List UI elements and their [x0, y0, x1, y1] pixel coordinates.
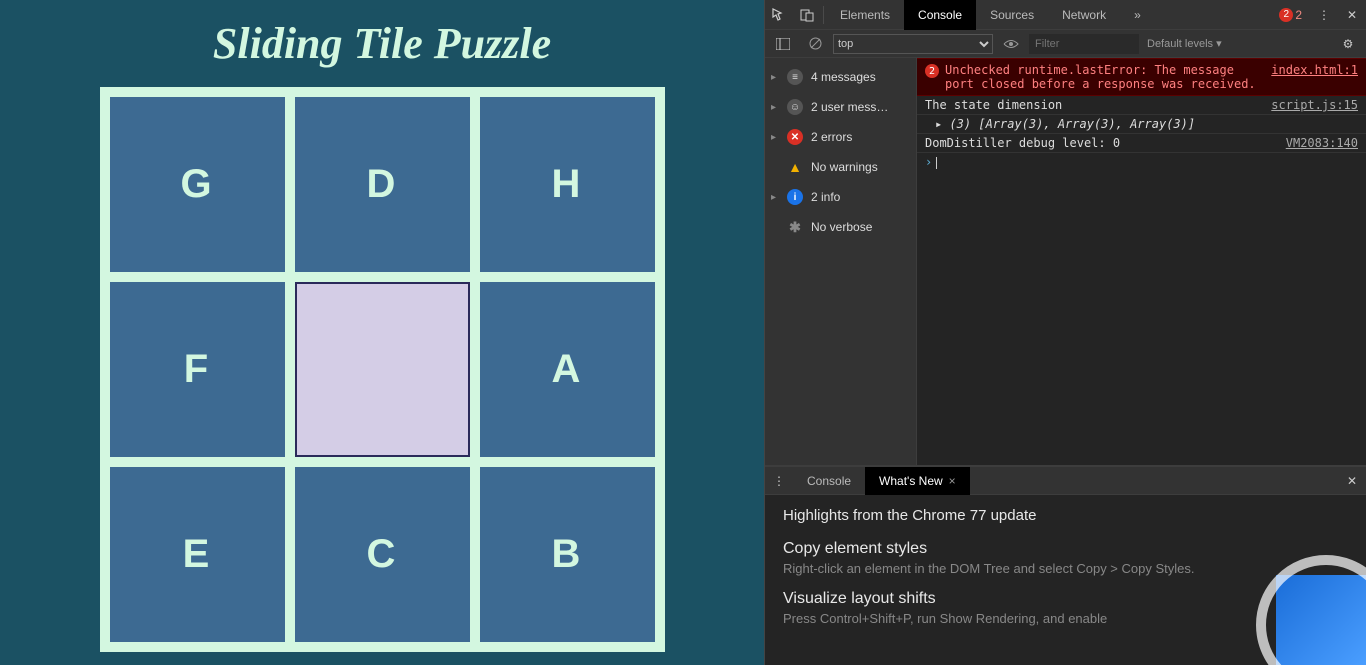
tile-empty — [295, 282, 470, 457]
devtools-drawer: ⋮ Console What's New× ✕ Highlights from … — [765, 465, 1366, 665]
drawer-tab-console[interactable]: Console — [793, 467, 865, 495]
log-error-row[interactable]: 2 Unchecked runtime.lastError: The messa… — [917, 58, 1366, 96]
error-count-text[interactable]: 2 — [1295, 8, 1302, 22]
tab-elements[interactable]: Elements — [826, 0, 904, 30]
filter-input[interactable] — [1029, 34, 1139, 54]
console-sidebar: ▸≡4 messages ▸☺2 user mess… ▸✕2 errors ▲… — [765, 58, 917, 465]
devtools-tabbar: Elements Console Sources Network » 2 2 ⋮… — [765, 0, 1366, 30]
whatsnew-heading: Highlights from the Chrome 77 update — [783, 507, 1348, 524]
console-body: ▸≡4 messages ▸☺2 user mess… ▸✕2 errors ▲… — [765, 58, 1366, 465]
sidebar-toggle-icon[interactable] — [769, 30, 797, 58]
log-row[interactable]: The state dimension script.js:15 — [917, 96, 1366, 115]
tile[interactable]: G — [110, 97, 285, 272]
tab-sources[interactable]: Sources — [976, 0, 1048, 30]
drawer-tabbar: ⋮ Console What's New× ✕ — [765, 467, 1366, 495]
sidebar-info[interactable]: ▸i2 info — [765, 182, 916, 212]
tab-network[interactable]: Network — [1048, 0, 1120, 30]
drawer-menu-icon[interactable]: ⋮ — [765, 474, 793, 488]
drawer-tab-whatsnew[interactable]: What's New× — [865, 467, 970, 495]
puzzle-app: Sliding Tile Puzzle G D H F A E C B — [0, 0, 764, 665]
drawer-close-icon[interactable]: ✕ — [1338, 474, 1366, 488]
puzzle-board: G D H F A E C B — [100, 87, 665, 652]
page-title: Sliding Tile Puzzle — [213, 18, 551, 69]
console-log: 2 Unchecked runtime.lastError: The messa… — [917, 58, 1366, 465]
kebab-menu-icon[interactable]: ⋮ — [1310, 1, 1338, 29]
console-prompt[interactable]: › — [917, 153, 1366, 171]
tile[interactable]: F — [110, 282, 285, 457]
log-row[interactable]: ▸ (3) [Array(3), Array(3), Array(3)] — [917, 115, 1366, 134]
error-badge-icon: 2 — [925, 64, 939, 78]
log-message: ▸ (3) [Array(3), Array(3), Array(3)] — [935, 117, 1358, 131]
inspect-icon[interactable] — [765, 1, 793, 29]
devtools-panel: Elements Console Sources Network » 2 2 ⋮… — [764, 0, 1366, 665]
close-icon[interactable]: ✕ — [1338, 1, 1366, 29]
sidebar-verbose[interactable]: ✱No verbose — [765, 212, 916, 242]
tab-overflow[interactable]: » — [1120, 0, 1155, 30]
tile[interactable]: C — [295, 467, 470, 642]
sidebar-messages[interactable]: ▸≡4 messages — [765, 62, 916, 92]
eye-icon[interactable] — [997, 30, 1025, 58]
tab-console[interactable]: Console — [904, 0, 976, 30]
close-tab-icon[interactable]: × — [949, 474, 956, 488]
whatsnew-item-title: Copy element styles — [783, 540, 1348, 558]
sidebar-warnings[interactable]: ▲No warnings — [765, 152, 916, 182]
log-message: DomDistiller debug level: 0 — [925, 136, 1278, 150]
log-source-link[interactable]: index.html:1 — [1271, 63, 1358, 91]
console-toolbar: top Default levels ▾ ⚙ — [765, 30, 1366, 58]
separator — [823, 6, 824, 24]
log-row[interactable]: DomDistiller debug level: 0 VM2083:140 — [917, 134, 1366, 153]
tile[interactable]: B — [480, 467, 655, 642]
log-source-link[interactable]: script.js:15 — [1271, 98, 1358, 112]
tile[interactable]: D — [295, 97, 470, 272]
clear-console-icon[interactable] — [801, 30, 829, 58]
log-levels-select[interactable]: Default levels ▾ — [1147, 37, 1222, 50]
log-message: The state dimension — [925, 98, 1263, 112]
context-select[interactable]: top — [833, 34, 993, 54]
log-source-link[interactable]: VM2083:140 — [1286, 136, 1358, 150]
tile[interactable]: E — [110, 467, 285, 642]
tile[interactable]: H — [480, 97, 655, 272]
drawer-content: Highlights from the Chrome 77 update Cop… — [765, 495, 1366, 665]
settings-gear-icon[interactable]: ⚙ — [1334, 30, 1362, 58]
sidebar-user-messages[interactable]: ▸☺2 user mess… — [765, 92, 916, 122]
log-message: Unchecked runtime.lastError: The message… — [945, 63, 1263, 91]
promo-image — [1276, 575, 1366, 665]
error-count-badge[interactable]: 2 — [1279, 8, 1293, 22]
device-icon[interactable] — [793, 1, 821, 29]
sidebar-errors[interactable]: ▸✕2 errors — [765, 122, 916, 152]
whatsnew-item-body: Right-click an element in the DOM Tree a… — [783, 560, 1348, 578]
tile[interactable]: A — [480, 282, 655, 457]
